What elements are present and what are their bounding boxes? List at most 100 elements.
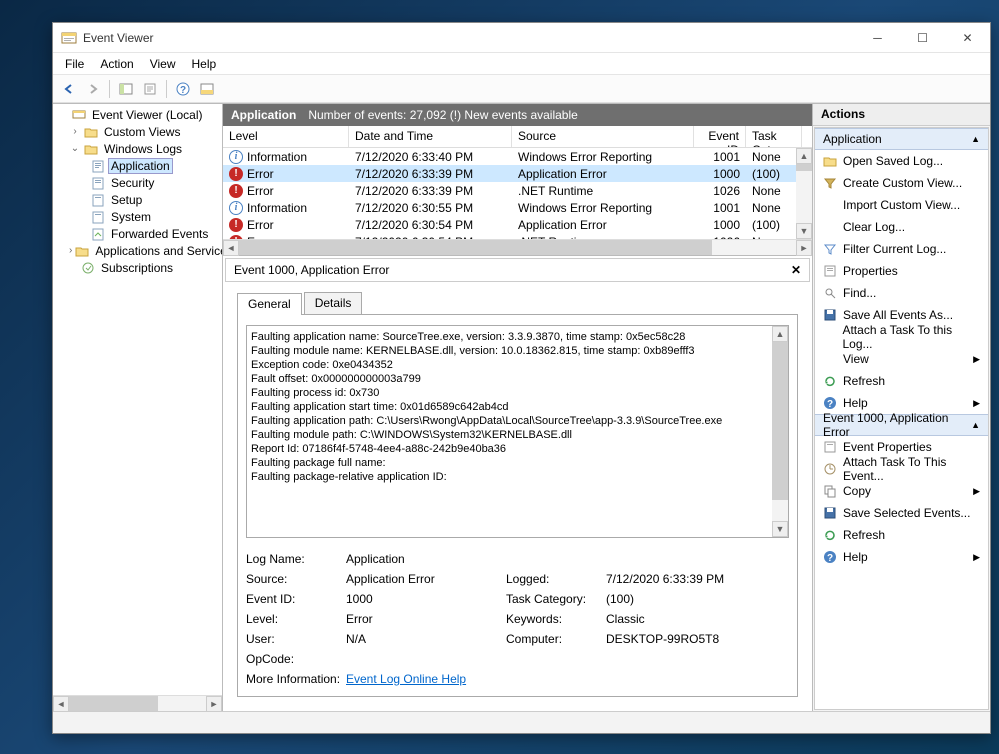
detail-titlebar: Event 1000, Application Error ✕ — [225, 258, 810, 282]
detail-tabs: General Details — [237, 292, 798, 314]
list-horizontal-scrollbar[interactable]: ◄ ► — [223, 239, 812, 255]
copy-icon — [823, 484, 837, 498]
subscriptions-icon — [81, 261, 95, 275]
logname-label: Log Name: — [246, 552, 346, 566]
tab-details[interactable]: Details — [304, 292, 363, 314]
close-button[interactable]: ✕ — [945, 23, 990, 53]
event-row[interactable]: iInformation7/12/2020 6:30:55 PMWindows … — [223, 199, 812, 216]
scroll-down-icon[interactable]: ▼ — [772, 521, 788, 537]
show-hide-tree-button[interactable] — [116, 79, 136, 99]
col-source[interactable]: Source — [512, 126, 694, 147]
scroll-right-icon[interactable]: ► — [796, 240, 812, 256]
tree-root[interactable]: Event Viewer (Local) — [89, 107, 206, 123]
action-help-2[interactable]: ?Help▶ — [815, 546, 988, 568]
description-scrollbar[interactable]: ▲ ▼ — [772, 326, 788, 537]
row-level: Error — [247, 167, 274, 181]
navigation-tree[interactable]: Event Viewer (Local) › Custom Views ⌄ Wind… — [53, 104, 222, 695]
tree-application[interactable]: Application — [108, 158, 173, 174]
tree-windows-logs[interactable]: Windows Logs — [101, 141, 185, 157]
action-find[interactable]: Find... — [815, 282, 988, 304]
actions-title: Actions — [813, 104, 990, 126]
action-refresh[interactable]: Refresh — [815, 370, 988, 392]
folder-icon — [84, 142, 98, 156]
list-vertical-scrollbar[interactable]: ▲ ▼ — [796, 148, 812, 239]
collapse-icon[interactable]: ⌄ — [69, 143, 81, 154]
menu-action[interactable]: Action — [92, 55, 141, 73]
filter-icon — [823, 242, 837, 256]
tree-subscriptions[interactable]: Subscriptions — [98, 260, 176, 276]
expand-icon[interactable]: › — [69, 245, 72, 256]
action-create-custom-view[interactable]: Create Custom View... — [815, 172, 988, 194]
task-icon — [823, 462, 837, 476]
scroll-down-icon[interactable]: ▼ — [796, 223, 812, 239]
action-properties[interactable]: Properties — [815, 260, 988, 282]
action-copy-submenu[interactable]: Copy▶ — [815, 480, 988, 502]
scroll-up-icon[interactable]: ▲ — [772, 326, 788, 342]
tree-system[interactable]: System — [108, 209, 154, 225]
expand-icon[interactable]: › — [69, 126, 81, 137]
titlebar[interactable]: Event Viewer ─ ☐ ✕ — [53, 23, 990, 53]
menu-view[interactable]: View — [142, 55, 184, 73]
maximize-button[interactable]: ☐ — [900, 23, 945, 53]
scroll-left-icon[interactable]: ◄ — [223, 240, 239, 256]
export-button[interactable] — [140, 79, 160, 99]
content-title: Application — [231, 108, 296, 122]
col-level[interactable]: Level — [223, 126, 349, 147]
event-row[interactable]: !Error7/12/2020 6:33:39 PMApplication Er… — [223, 165, 812, 182]
action-save-selected[interactable]: Save Selected Events... — [815, 502, 988, 524]
window-title: Event Viewer — [83, 31, 855, 45]
scroll-left-icon[interactable]: ◄ — [53, 696, 69, 712]
tree-horizontal-scrollbar[interactable]: ◄ ► — [53, 695, 222, 711]
action-open-saved-log[interactable]: Open Saved Log... — [815, 150, 988, 172]
col-event-id[interactable]: Event ID — [694, 126, 746, 147]
tree-setup[interactable]: Setup — [108, 192, 145, 208]
help-icon: ? — [823, 550, 837, 564]
more-info-link[interactable]: Event Log Online Help — [346, 672, 466, 686]
tree-apps-services[interactable]: Applications and Services Lo — [92, 243, 222, 259]
log-icon — [91, 176, 105, 190]
col-date[interactable]: Date and Time — [349, 126, 512, 147]
menu-file[interactable]: File — [57, 55, 92, 73]
scroll-up-icon[interactable]: ▲ — [796, 148, 812, 164]
status-bar — [53, 711, 990, 733]
tree-forwarded[interactable]: Forwarded Events — [108, 226, 211, 242]
detail-close-button[interactable]: ✕ — [791, 263, 801, 277]
event-row[interactable]: !Error7/12/2020 6:30:54 PMApplication Er… — [223, 216, 812, 233]
taskcat-label: Task Category: — [506, 592, 606, 606]
event-row[interactable]: !Error7/12/2020 6:33:39 PM.NET Runtime10… — [223, 182, 812, 199]
tree-custom-views[interactable]: Custom Views — [101, 124, 183, 140]
action-attach-task-log[interactable]: Attach a Task To this Log... — [815, 326, 988, 348]
action-attach-task-event[interactable]: Attach Task To This Event... — [815, 458, 988, 480]
row-event-id: 1026 — [694, 184, 746, 198]
preview-pane-button[interactable] — [197, 79, 217, 99]
event-row[interactable]: iInformation7/12/2020 6:33:40 PMWindows … — [223, 148, 812, 165]
error-icon: ! — [229, 167, 243, 181]
actions-section-event[interactable]: Event 1000, Application Error▲ — [815, 414, 988, 436]
folder-open-icon — [823, 154, 837, 168]
row-source: Application Error — [512, 167, 694, 181]
collapse-icon: ▲ — [971, 420, 980, 430]
action-filter-current-log[interactable]: Filter Current Log... — [815, 238, 988, 260]
col-task-category[interactable]: Task Cate — [746, 126, 802, 147]
action-import-custom-view[interactable]: Import Custom View... — [815, 194, 988, 216]
menubar: File Action View Help — [53, 53, 990, 75]
tab-general[interactable]: General — [237, 293, 302, 315]
action-refresh-2[interactable]: Refresh — [815, 524, 988, 546]
scroll-right-icon[interactable]: ► — [206, 696, 222, 712]
source-label: Source: — [246, 572, 346, 586]
minimize-button[interactable]: ─ — [855, 23, 900, 53]
tree-security[interactable]: Security — [108, 175, 157, 191]
action-clear-log[interactable]: Clear Log... — [815, 216, 988, 238]
eventid-label: Event ID: — [246, 592, 346, 606]
log-icon — [91, 227, 105, 241]
menu-help[interactable]: Help — [184, 55, 225, 73]
help-button[interactable]: ? — [173, 79, 193, 99]
user-value: N/A — [346, 632, 506, 646]
actions-section-application[interactable]: Application▲ — [815, 128, 988, 150]
tree-pane: Event Viewer (Local) › Custom Views ⌄ Wind… — [53, 104, 223, 711]
folder-icon — [84, 125, 98, 139]
back-button[interactable] — [59, 79, 79, 99]
forward-button[interactable] — [83, 79, 103, 99]
description-text[interactable]: Faulting application name: SourceTree.ex… — [251, 330, 768, 533]
action-view-submenu[interactable]: View▶ — [815, 348, 988, 370]
